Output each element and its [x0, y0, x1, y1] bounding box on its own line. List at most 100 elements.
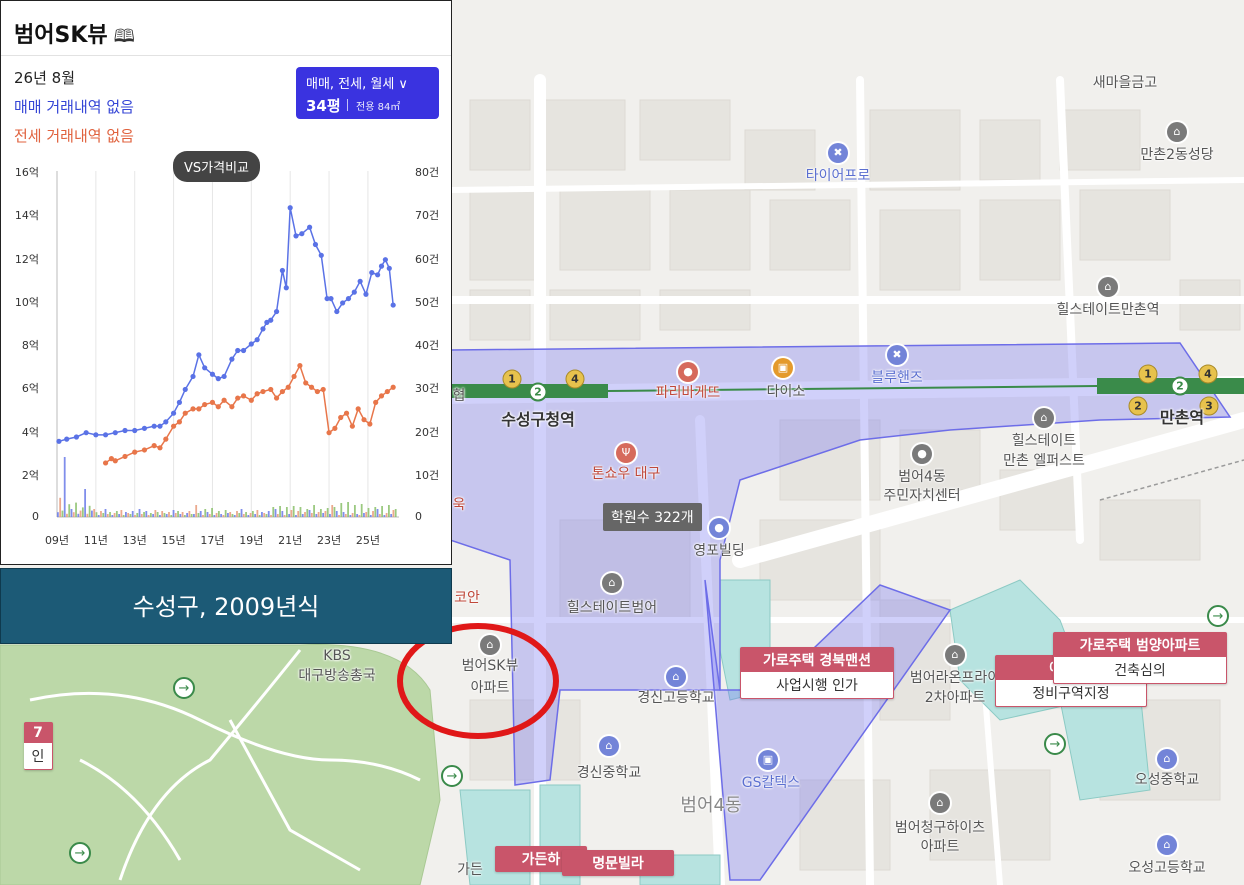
- vs-compare-button[interactable]: VS가격비교: [173, 151, 260, 182]
- tire-shop-icon[interactable]: ✖: [828, 143, 848, 163]
- map-label[interactable]: 범어라온프라이: [910, 670, 1000, 687]
- volume-bar: [249, 513, 252, 517]
- school-icon[interactable]: ⌂: [666, 667, 686, 687]
- map-label[interactable]: 만촌역: [1160, 409, 1204, 426]
- map-label[interactable]: 범어4동: [680, 797, 741, 815]
- map-label[interactable]: 2차아파트: [925, 690, 985, 707]
- map-label[interactable]: 수성구청역: [501, 411, 575, 428]
- redevelopment-tag[interactable]: 가로주택 범양아파트 건축심의: [1053, 632, 1227, 684]
- apartment-icon[interactable]: ⌂: [480, 635, 500, 655]
- map-label[interactable]: 범어청구하이츠: [895, 820, 985, 837]
- route-arrow-icon[interactable]: →: [1207, 605, 1229, 627]
- price-point: [221, 397, 227, 403]
- map-label[interactable]: 협: [453, 388, 466, 405]
- line-4-badge: 4: [1198, 364, 1218, 384]
- volume-bar: [131, 511, 134, 517]
- price-line: [105, 363, 394, 464]
- line-1-badge: 1: [1138, 364, 1158, 384]
- map-label[interactable]: GS칼텍스: [742, 775, 800, 792]
- map-label[interactable]: 다이소: [767, 384, 806, 401]
- map-label[interactable]: 영포빌딩: [693, 543, 745, 560]
- map-label[interactable]: 대구방송총국: [298, 668, 375, 685]
- school-icon[interactable]: ⌂: [1157, 749, 1177, 769]
- volume-bar: [297, 511, 300, 517]
- route-arrow-icon[interactable]: →: [441, 765, 463, 787]
- volume-bar: [211, 508, 213, 517]
- tag-status: 사업시행 인가: [776, 678, 858, 694]
- redevelopment-tag[interactable]: 명문빌라: [562, 850, 674, 876]
- tick-label: 23년: [316, 534, 342, 547]
- academy-count-badge[interactable]: 학원수 322개: [603, 503, 702, 531]
- price-point: [382, 257, 388, 263]
- price-point: [170, 423, 177, 429]
- apartment-icon[interactable]: ⌂: [945, 645, 965, 665]
- church-icon[interactable]: ⌂: [1167, 122, 1187, 142]
- map-label[interactable]: 아파트: [921, 839, 960, 856]
- map-label[interactable]: 경신중학교: [577, 765, 641, 782]
- price-point: [312, 241, 319, 248]
- map-label[interactable]: 경신고등학교: [637, 690, 714, 707]
- map-label[interactable]: 힐스테이트: [1012, 433, 1076, 450]
- map-label[interactable]: 블루핸즈: [871, 370, 923, 387]
- shopping-icon[interactable]: ▣: [773, 358, 793, 378]
- school-icon[interactable]: ⌂: [1157, 835, 1177, 855]
- map-label[interactable]: 욱: [453, 497, 466, 514]
- apartment-icon[interactable]: ⌂: [602, 573, 622, 593]
- map-label[interactable]: 오성고등학교: [1128, 860, 1205, 877]
- volume-bar: [61, 510, 64, 517]
- tick-label: 2억: [21, 468, 39, 482]
- map-label[interactable]: 힐스테이트범어: [567, 600, 657, 617]
- redevelopment-tag[interactable]: 가로주택 경북맨션 사업시행 인가: [740, 647, 894, 699]
- restaurant-icon[interactable]: Ψ: [616, 443, 636, 463]
- price-point: [390, 302, 396, 308]
- map-label[interactable]: 만촌 엘퍼스트: [1003, 453, 1085, 470]
- redevelopment-tag[interactable]: 7 인: [24, 722, 53, 770]
- apartment-icon[interactable]: ⌂: [1034, 408, 1054, 428]
- route-arrow-icon[interactable]: →: [69, 842, 91, 864]
- map-label[interactable]: 오성중학교: [1135, 772, 1199, 789]
- gas-station-icon[interactable]: ▣: [758, 750, 778, 770]
- building-icon[interactable]: ●: [709, 518, 729, 538]
- map-label[interactable]: 주민자치센터: [883, 488, 960, 505]
- price-point: [363, 291, 369, 297]
- volume-bar: [319, 509, 322, 517]
- apartment-icon[interactable]: ⌂: [930, 793, 950, 813]
- map-label[interactable]: 코안: [454, 590, 480, 607]
- map-label[interactable]: 파리바게뜨: [656, 385, 720, 402]
- price-point: [328, 295, 334, 302]
- map-label[interactable]: 아파트: [471, 680, 510, 697]
- community-center-icon[interactable]: ●: [912, 444, 932, 464]
- map-label[interactable]: KBS: [323, 648, 350, 665]
- price-point: [260, 326, 266, 332]
- volume-bar: [149, 513, 152, 517]
- tag-title: 7: [24, 723, 52, 743]
- map-label[interactable]: 타이어프로: [806, 168, 870, 185]
- map-label[interactable]: 힐스테이트만촌역: [1056, 302, 1159, 319]
- volume-bar: [351, 513, 354, 517]
- price-chart[interactable]: [1, 1, 451, 564]
- school-icon[interactable]: ⌂: [599, 736, 619, 756]
- apartment-icon[interactable]: ⌂: [1098, 277, 1118, 297]
- volume-bar: [140, 514, 143, 517]
- map-label[interactable]: 만촌2동성당: [1140, 147, 1213, 164]
- volume-bar: [134, 515, 136, 517]
- volume-bar: [79, 510, 82, 517]
- volume-bar: [188, 511, 191, 517]
- volume-bar: [115, 511, 118, 517]
- volume-bar: [353, 505, 356, 517]
- map-label[interactable]: 범어4동: [898, 469, 946, 486]
- bakery-icon[interactable]: ●: [678, 362, 698, 382]
- volume-bar: [120, 510, 123, 517]
- route-arrow-icon[interactable]: →: [1044, 733, 1066, 755]
- volume-bar: [276, 514, 279, 517]
- map-label[interactable]: 가든: [457, 862, 483, 879]
- car-repair-icon[interactable]: ✖: [887, 345, 907, 365]
- line-1-badge: 1: [502, 369, 522, 389]
- price-point: [293, 233, 299, 239]
- map-label[interactable]: 범어SK뷰: [462, 658, 519, 675]
- map-label[interactable]: 톤쇼우 대구: [592, 466, 661, 483]
- map-label[interactable]: 새마을금고: [1093, 75, 1157, 92]
- volume-bar: [378, 514, 381, 517]
- price-point: [56, 438, 62, 444]
- route-arrow-icon[interactable]: →: [173, 677, 195, 699]
